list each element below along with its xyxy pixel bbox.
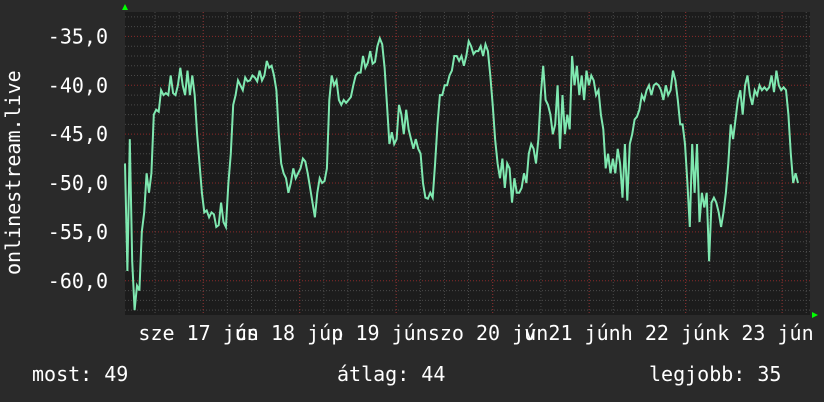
y-tick-label: -50,0 — [48, 171, 108, 195]
y-axis-label: onlinestream.live — [1, 70, 25, 275]
y-tick-label: -45,0 — [48, 122, 108, 146]
stat-best: legjobb: 35 — [649, 362, 782, 386]
y-axis-arrow — [122, 4, 128, 10]
x-ticks: sze 17 júncs 18 júnp 19 jún szo 20 júnv 2… — [138, 321, 813, 345]
x-tick-label: cs 18 jún — [235, 321, 343, 345]
y-tick-label: -60,0 — [48, 269, 108, 293]
x-tick-label: v 21 jún — [524, 321, 620, 345]
y-tick-label: -40,0 — [48, 73, 108, 97]
y-tick-label: -35,0 — [48, 24, 108, 48]
stat-now: most: 49 — [32, 362, 129, 386]
y-ticks: -35,0 -40,0 -45,0 -50,0 -55,0 -60,0 — [48, 24, 108, 292]
x-tick-label: p 19 jún — [331, 321, 427, 345]
y-tick-label: -55,0 — [48, 220, 108, 244]
x-tick-label: k 23 jún — [717, 321, 813, 345]
x-tick-label: h 22 jún — [621, 321, 717, 345]
x-axis-arrow — [812, 312, 818, 318]
chart: -35,0 -40,0 -45,0 -50,0 -55,0 -60,0 sze 17 jú… — [1, 4, 818, 345]
stat-average: átlag: 44 — [337, 362, 446, 386]
